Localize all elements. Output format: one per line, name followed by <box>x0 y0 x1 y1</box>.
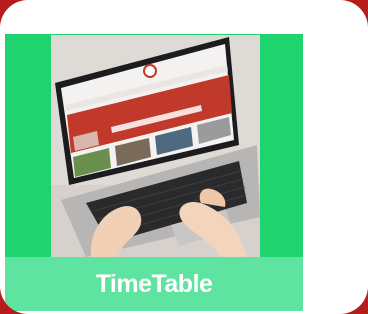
laptop-photo <box>51 35 260 257</box>
tile-label-bar: TimeTable <box>5 257 303 311</box>
site-logo-icon <box>143 64 157 78</box>
tile-label: TimeTable <box>95 269 213 298</box>
laptop-photo-illustration <box>51 35 260 257</box>
timetable-tile-card[interactable]: TimeTable <box>0 0 368 314</box>
